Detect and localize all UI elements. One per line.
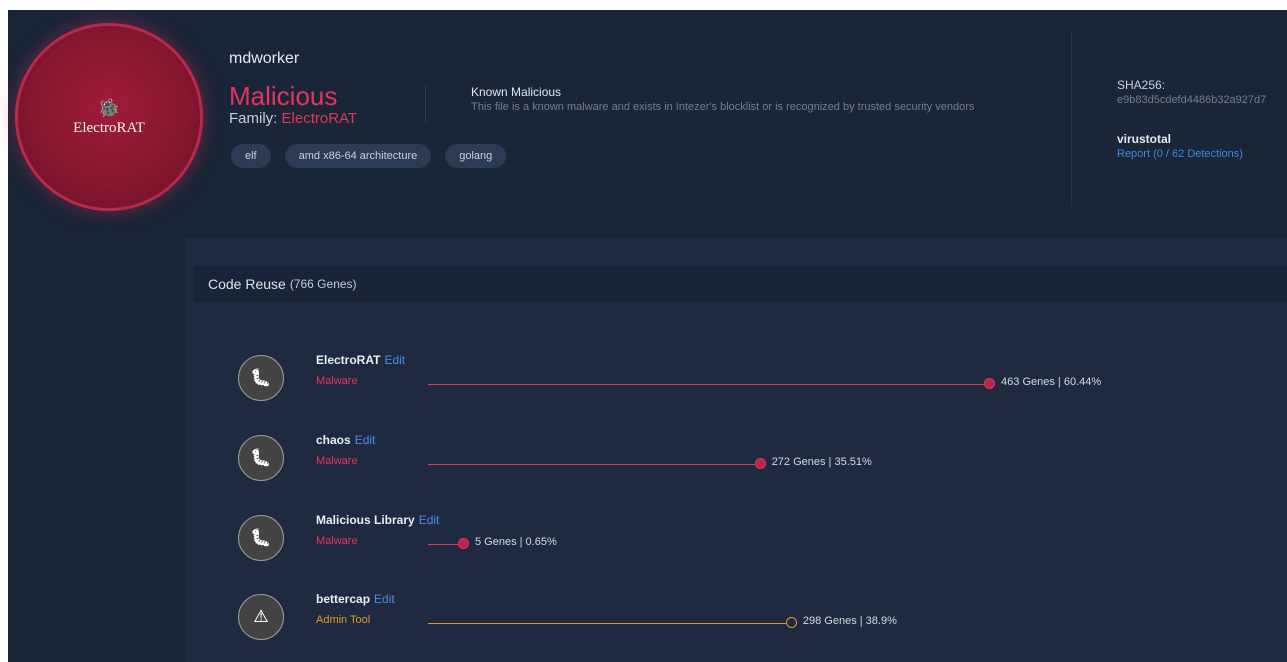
divider <box>425 85 426 123</box>
tag-golang[interactable]: golang <box>445 144 507 168</box>
family-link[interactable]: ElectroRAT <box>282 110 358 127</box>
gene-share-bar <box>428 384 985 385</box>
tag-elf[interactable]: elf <box>231 144 271 168</box>
family-line: Family: ElectroRAT <box>229 110 357 127</box>
family-row[interactable]: 🐛 ElectroRAT Edit Malware 463 Genes | 60.44% <box>238 353 1238 405</box>
sha256-value[interactable]: e9b83d5cdefd4486b32a927d7 <box>1117 94 1266 106</box>
family-type: Malware <box>316 455 358 467</box>
warning-triangle-icon: ⚠ <box>238 594 284 640</box>
gene-share-marker <box>754 458 766 469</box>
family-row[interactable]: 🐛 chaos Edit Malware 272 Genes | 35.51% <box>238 433 1238 485</box>
gene-share-marker <box>785 617 797 628</box>
verdict-label: Malicious <box>229 81 338 111</box>
badge-family-name: ElectroRAT <box>73 119 145 136</box>
virustotal-label: virustotal <box>1117 132 1172 146</box>
edit-link[interactable]: Edit <box>419 513 440 527</box>
gene-share-marker <box>458 538 469 549</box>
code-reuse-header[interactable]: Code Reuse (766 Genes) <box>193 266 1287 302</box>
sha256-label: SHA256: <box>1117 78 1166 92</box>
family-name[interactable]: chaos Edit <box>316 433 375 447</box>
verdict-title: Known Malicious <box>471 85 562 99</box>
gene-count-label: 298 Genes | 38.9% <box>802 615 897 627</box>
family-label: Family: <box>229 110 278 127</box>
family-name-text: Malicious Library <box>316 513 415 527</box>
verdict-badge: 🐞 ElectroRAT <box>18 26 200 208</box>
edit-link[interactable]: Edit <box>384 353 405 367</box>
family-row[interactable]: ⚠ bettercap Edit Admin Tool 298 Genes | 38.9… <box>238 592 1238 644</box>
code-reuse-title: Code Reuse <box>208 276 286 292</box>
verdict-description: This file is a known malware and exists … <box>471 101 975 113</box>
family-name[interactable]: ElectroRAT Edit <box>316 353 405 367</box>
gene-share-bar <box>428 544 458 545</box>
family-name-text: chaos <box>316 433 351 447</box>
family-name[interactable]: bettercap Edit <box>316 592 395 606</box>
gene-count: (766 Genes) <box>289 277 357 291</box>
edit-link[interactable]: Edit <box>374 592 395 606</box>
gene-share-marker <box>984 378 996 389</box>
bug-icon: 🐛 <box>238 435 284 481</box>
gene-count-label: 463 Genes | 60.44% <box>1001 376 1102 388</box>
bug-icon: 🐞 <box>97 97 121 118</box>
family-type: Malware <box>316 375 358 387</box>
family-type: Malware <box>316 535 358 547</box>
family-name[interactable]: Malicious Library Edit <box>316 513 439 527</box>
family-type: Admin Tool <box>316 614 371 626</box>
tag-list: elf amd x86-64 architecture golang <box>231 144 507 168</box>
virustotal-report-link[interactable]: Report (0 / 62 Detections) <box>1117 148 1243 160</box>
gene-count-label: 272 Genes | 35.51% <box>771 456 872 468</box>
divider <box>1071 30 1072 206</box>
edit-link[interactable]: Edit <box>355 433 376 447</box>
gene-share-bar <box>428 623 786 624</box>
tag-architecture[interactable]: amd x86-64 architecture <box>284 144 432 168</box>
family-name-text: bettercap <box>316 592 371 606</box>
file-name: mdworker <box>229 50 300 67</box>
gene-count-label: 5 Genes | 0.65% <box>475 536 557 548</box>
bug-icon: 🐛 <box>238 355 284 401</box>
bug-icon: 🐛 <box>238 515 284 561</box>
family-row[interactable]: 🐛 Malicious Library Edit Malware 5 Genes | 0… <box>238 513 1238 565</box>
family-name-text: ElectroRAT <box>316 353 381 367</box>
gene-share-bar <box>428 464 755 465</box>
